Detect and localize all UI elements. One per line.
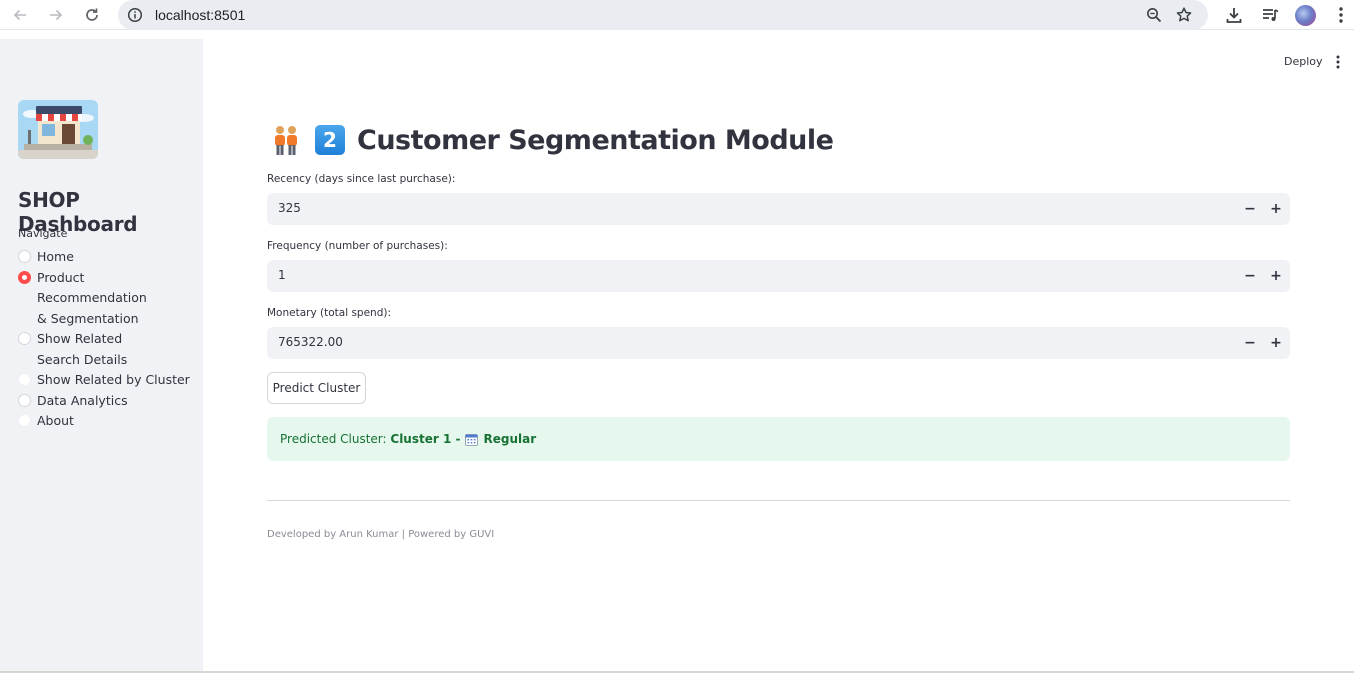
info-icon[interactable] [127,7,143,23]
navigation-radio-group: Home Product Recommendation & Segmentati… [18,247,198,432]
media-control-icon[interactable] [1260,5,1280,25]
nav-option-label[interactable]: Show Related by Cluster [37,370,198,391]
monetary-value[interactable]: 765322.00 [278,335,343,349]
frequency-input[interactable]: 1 − + [267,260,1290,292]
url-text[interactable]: localhost:8501 [155,7,245,23]
recency-value[interactable]: 325 [278,201,301,215]
footer-divider [267,500,1290,501]
nav-option-label[interactable]: Data Analytics [37,391,198,412]
deploy-button[interactable]: Deploy [1280,53,1327,70]
radio-button-selected[interactable] [18,270,31,284]
recency-input[interactable]: 325 − + [267,193,1290,225]
sidebar: SHOP Dashboard Navigate Home Product Rec… [0,39,203,673]
nav-option-related-by-cluster[interactable]: Show Related by Cluster [18,370,198,391]
nav-option-home[interactable]: Home [18,247,198,268]
frequency-decrement-button[interactable]: − [1241,267,1259,285]
result-segment: Regular [483,432,537,446]
number-badge-icon: 2 [315,125,345,155]
recency-decrement-button[interactable]: − [1241,200,1259,218]
shop-logo [18,100,98,159]
result-cluster: Cluster 1 - [390,432,461,446]
address-bar[interactable]: localhost:8501 [118,0,1208,30]
zoom-icon[interactable] [1146,7,1162,23]
radio-button[interactable] [18,332,31,345]
frequency-label: Frequency (number of purchases): [267,240,448,252]
page-title: 2 Customer Segmentation Module [271,122,834,158]
nav-option-label[interactable]: Home [37,247,198,268]
result-prefix: Predicted Cluster: [280,432,391,446]
navigate-label: Navigate [18,227,68,240]
predict-cluster-button[interactable]: Predict Cluster [267,372,366,404]
footer-credit: Developed by Arun Kumar | Powered by GUV… [267,529,495,540]
back-arrow-icon[interactable] [9,4,31,26]
nav-option-label[interactable]: About [37,411,198,432]
prediction-result-alert: Predicted Cluster: Cluster 1 - Regular [267,417,1290,461]
radio-button[interactable] [18,373,31,386]
page-title-text: Customer Segmentation Module [357,124,834,156]
kebab-menu-icon[interactable] [1331,5,1351,25]
star-icon[interactable] [1175,6,1193,24]
browser-toolbar: localhost:8501 [0,0,1354,30]
monetary-decrement-button[interactable]: − [1241,334,1259,352]
download-icon[interactable] [1224,5,1244,25]
nav-option-label[interactable]: Show Related Search Details [37,329,162,370]
monetary-label: Monetary (total spend): [267,307,392,319]
monetary-input[interactable]: 765322.00 − + [267,327,1290,359]
nav-option-product-recommendation[interactable]: Product Recommendation & Segmentation [18,268,198,330]
calendar-icon [465,433,479,446]
reload-icon[interactable] [81,4,103,26]
main-menu-icon[interactable] [1331,54,1345,70]
forward-arrow-icon[interactable] [45,4,67,26]
radio-button[interactable] [18,250,31,263]
nav-option-about[interactable]: About [18,411,198,432]
monetary-increment-button[interactable]: + [1267,334,1285,352]
nav-option-label[interactable]: Product Recommendation & Segmentation [37,268,157,330]
radio-button[interactable] [18,414,31,427]
recency-increment-button[interactable]: + [1267,200,1285,218]
nav-option-data-analytics[interactable]: Data Analytics [18,391,198,412]
profile-avatar[interactable] [1295,5,1316,26]
frequency-increment-button[interactable]: + [1267,267,1285,285]
recency-label: Recency (days since last purchase): [267,173,456,185]
frequency-value[interactable]: 1 [278,268,286,282]
radio-button[interactable] [18,393,31,407]
nav-option-related-search[interactable]: Show Related Search Details [18,329,198,370]
people-icon [275,126,297,155]
